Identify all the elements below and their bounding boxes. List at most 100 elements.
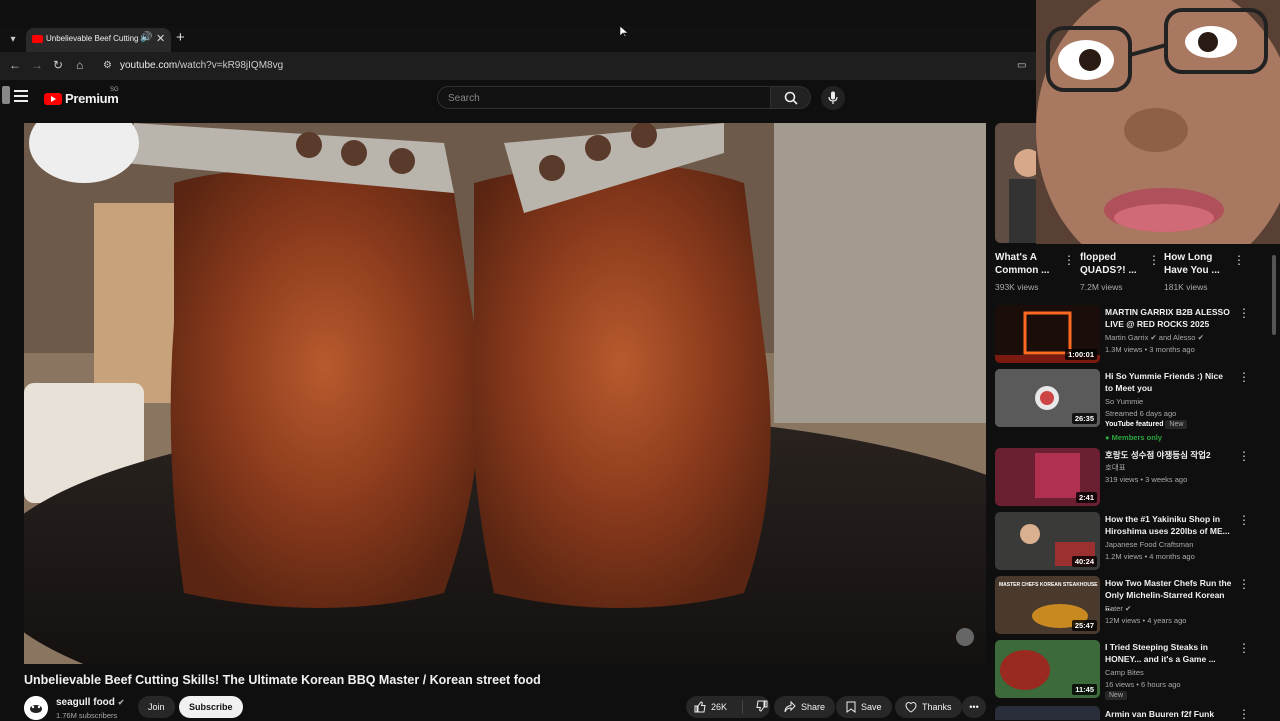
rec-thumbnail[interactable] xyxy=(995,706,1100,720)
search-box[interactable] xyxy=(437,86,771,109)
search-input[interactable] xyxy=(446,90,750,107)
rec-thumbnail[interactable]: 11:45 xyxy=(995,640,1100,698)
rec-thumbnail[interactable]: 40:24 xyxy=(995,512,1100,570)
video-duration: 11:45 xyxy=(1072,684,1097,695)
bookmark-icon xyxy=(846,701,856,713)
search-button[interactable] xyxy=(771,86,811,109)
thumbs-down-icon xyxy=(756,700,768,712)
subscribe-button[interactable]: Subscribe xyxy=(179,696,243,718)
more-actions-button[interactable]: ••• xyxy=(962,696,986,718)
like-dislike-group: 26K xyxy=(686,696,770,718)
rec-channel[interactable]: Martin Garrix ✔ and Alesso ✔ xyxy=(1105,333,1204,342)
close-tab-icon[interactable]: ✕ xyxy=(156,32,165,45)
join-button[interactable]: Join xyxy=(138,696,175,718)
short-options-icon[interactable]: ⋮ xyxy=(1233,253,1245,267)
new-badge: New xyxy=(1165,420,1188,429)
short-options-icon[interactable]: ⋮ xyxy=(1063,253,1075,267)
tab-search-chevron-icon[interactable]: ▾ xyxy=(4,30,22,48)
like-button[interactable]: 26K xyxy=(686,700,743,714)
members-text: Members only xyxy=(1111,433,1163,442)
reload-icon[interactable]: ↻ xyxy=(53,58,63,72)
rec-options-icon[interactable]: ⋮ xyxy=(1238,449,1250,463)
rec-thumbnail[interactable]: MASTER CHEFS KOREAN STEAKHOUSE 25:47 xyxy=(995,576,1100,634)
like-count: 26K xyxy=(711,702,728,712)
seagull-logo-icon xyxy=(24,696,48,720)
rec-title[interactable]: Armin van Buuren f2f Funk xyxy=(1105,708,1233,720)
rec-options-icon[interactable]: ⋮ xyxy=(1238,641,1250,655)
rec-title[interactable]: 호랑도 성수점 야쟁등심 작업2 xyxy=(1105,449,1233,461)
youtube-logo-icon[interactable] xyxy=(44,93,62,105)
save-button[interactable]: Save xyxy=(836,696,892,718)
short-views: 7.2M views xyxy=(1080,282,1123,292)
rec-title[interactable]: MARTIN GARRIX B2B ALESSO LIVE @ RED ROCK… xyxy=(1105,306,1233,330)
featured-text: YouTube featured xyxy=(1105,421,1164,428)
cast-icon[interactable]: ▭ xyxy=(1017,60,1026,71)
rec-channel[interactable]: 호대표 xyxy=(1105,462,1126,473)
thanks-heart-icon xyxy=(905,701,917,713)
rec-title[interactable]: Hi So Yummie Friends :) Nice to Meet you xyxy=(1105,370,1233,394)
short-title[interactable]: What's A Common ... xyxy=(995,251,1065,277)
thumbs-up-icon xyxy=(694,701,706,713)
rec-channel[interactable]: So Yummie xyxy=(1105,397,1143,406)
join-label: Join xyxy=(148,702,165,712)
short-title[interactable]: flopped QUADS?! ... xyxy=(1080,251,1150,277)
dislike-button[interactable] xyxy=(748,700,768,714)
rec-options-icon[interactable]: ⋮ xyxy=(1238,513,1250,527)
save-label: Save xyxy=(861,702,882,712)
rec-meta: Streamed 6 days ago xyxy=(1105,409,1177,418)
short-options-icon[interactable]: ⋮ xyxy=(1148,253,1160,267)
rec-title[interactable]: I Tried Steeping Steaks in HONEY... and … xyxy=(1105,641,1233,665)
subscriber-count: 1.76M subscribers xyxy=(56,711,118,720)
new-tab-icon[interactable]: + xyxy=(176,29,185,46)
share-button[interactable]: Share xyxy=(774,696,836,718)
webcam-face-image xyxy=(1036,0,1280,244)
back-icon[interactable]: ← xyxy=(9,58,21,72)
rec-channel[interactable]: Eater ✔ xyxy=(1105,604,1131,613)
rec-meta: 319 views • 3 weeks ago xyxy=(1105,475,1188,484)
rec-meta: 12M views • 4 years ago xyxy=(1105,616,1187,625)
url-domain: youtube.com xyxy=(120,60,178,71)
youtube-header: Premium SG xyxy=(0,80,1040,116)
thanks-button[interactable]: Thanks xyxy=(895,696,962,718)
sidebar-scrollbar[interactable] xyxy=(1272,255,1276,335)
browser-tab[interactable]: Unbelievable Beef Cutting S 🔊 ✕ xyxy=(26,28,171,52)
verified-icon: ✔ xyxy=(117,698,125,707)
rec-thumbnail-text: MASTER CHEFS KOREAN STEAKHOUSE xyxy=(999,582,1098,588)
video-duration: 2:41 xyxy=(1075,492,1097,503)
subscribe-label: Subscribe xyxy=(189,702,233,712)
forward-icon[interactable]: → xyxy=(31,58,43,72)
speaker-icon[interactable]: 🔊 xyxy=(140,32,152,43)
cursor-arrow-icon xyxy=(619,25,629,38)
video-player[interactable] xyxy=(24,123,986,664)
home-icon[interactable]: ⌂ xyxy=(76,58,83,72)
rec-title[interactable]: How the #1 Yakiniku Shop in Hiroshima us… xyxy=(1105,513,1233,537)
video-duration: 26:35 xyxy=(1071,413,1097,424)
rec-thumbnail[interactable]: 26:35 xyxy=(995,369,1100,427)
voice-search-button[interactable] xyxy=(821,86,845,110)
short-title[interactable]: How Long Have You ... xyxy=(1164,251,1234,277)
logo-text[interactable]: Premium xyxy=(65,91,119,106)
rec-options-icon[interactable]: ⋮ xyxy=(1238,707,1250,721)
rec-channel[interactable]: Japanese Food Craftsman xyxy=(1105,540,1193,549)
channel-name[interactable]: seagull food ✔ xyxy=(56,697,124,708)
members-only-badge: ● Members only xyxy=(1105,433,1163,442)
site-info-icon[interactable]: ⚙ xyxy=(103,60,112,71)
rec-thumbnail[interactable]: 1:00:01 xyxy=(995,305,1100,363)
tab-strip: ▾ Unbelievable Beef Cutting S 🔊 ✕ + xyxy=(0,26,1040,52)
rec-channel[interactable]: Camp Bites xyxy=(1105,668,1144,677)
address-bar[interactable]: youtube.com/watch?v=kR98jIQM8vg xyxy=(120,60,283,71)
channel-avatar[interactable] xyxy=(24,696,48,720)
url-path: /watch?v=kR98jIQM8vg xyxy=(177,60,284,71)
rec-meta: 1.2M views • 4 months ago xyxy=(1105,552,1195,561)
channel-watermark-icon[interactable] xyxy=(956,628,974,646)
rec-options-icon[interactable]: ⋮ xyxy=(1238,370,1250,384)
rec-options-icon[interactable]: ⋮ xyxy=(1238,306,1250,320)
share-label: Share xyxy=(801,702,826,712)
menu-icon[interactable] xyxy=(14,90,28,102)
channel-name-text: seagull food xyxy=(56,697,115,708)
youtube-favicon-icon xyxy=(32,35,43,43)
rec-thumbnail[interactable]: 2:41 xyxy=(995,448,1100,506)
rec-options-icon[interactable]: ⋮ xyxy=(1238,577,1250,591)
more-icon: ••• xyxy=(969,702,979,712)
mouse-cursor xyxy=(619,25,629,43)
